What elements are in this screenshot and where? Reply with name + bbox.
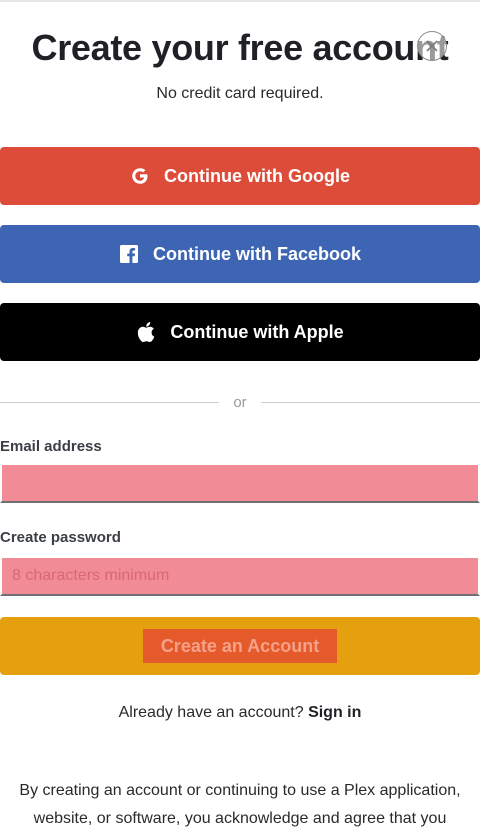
continue-with-facebook-label: Continue with Facebook: [152, 243, 361, 264]
google-g-icon: [130, 166, 150, 186]
continue-with-google-label: Continue with Google: [164, 165, 350, 186]
signin-prompt-text: Already have an account?: [118, 704, 304, 721]
legal-line-1: By creating an account or continuing to …: [19, 782, 461, 799]
legal-notice: By creating an account or continuing to …: [0, 777, 480, 833]
close-icon: [426, 40, 438, 52]
apple-icon: [136, 322, 156, 342]
top-strip: [0, 0, 480, 2]
email-label: Email address: [0, 438, 102, 455]
divider-line-right: [261, 402, 480, 403]
facebook-f-icon: [119, 244, 139, 264]
password-label: Create password: [0, 529, 121, 546]
divider-line-left: [0, 402, 219, 403]
page-subtitle: No credit card required.: [156, 85, 324, 102]
create-account-button-container[interactable]: Create an Account: [0, 617, 480, 675]
email-field[interactable]: [0, 463, 480, 503]
page-title: Create your free account: [31, 27, 449, 68]
continue-with-apple-label: Continue with Apple: [170, 321, 344, 342]
legal-line-2: website, or software, you acknowledge an…: [33, 810, 447, 827]
continue-with-apple-button[interactable]: Continue with Apple: [0, 303, 480, 361]
continue-with-facebook-button[interactable]: Continue with Facebook: [0, 225, 480, 283]
sign-in-link[interactable]: Sign in: [308, 704, 361, 721]
signin-prompt-line: Already have an account? Sign in: [0, 703, 480, 723]
continue-with-google-button[interactable]: Continue with Google: [0, 147, 480, 205]
divider-or-text: or: [233, 394, 247, 411]
create-account-button[interactable]: Create an Account: [143, 629, 337, 663]
signup-page: Create your free account No credit card …: [0, 0, 480, 838]
password-field[interactable]: [0, 556, 480, 596]
close-button[interactable]: [417, 31, 447, 61]
